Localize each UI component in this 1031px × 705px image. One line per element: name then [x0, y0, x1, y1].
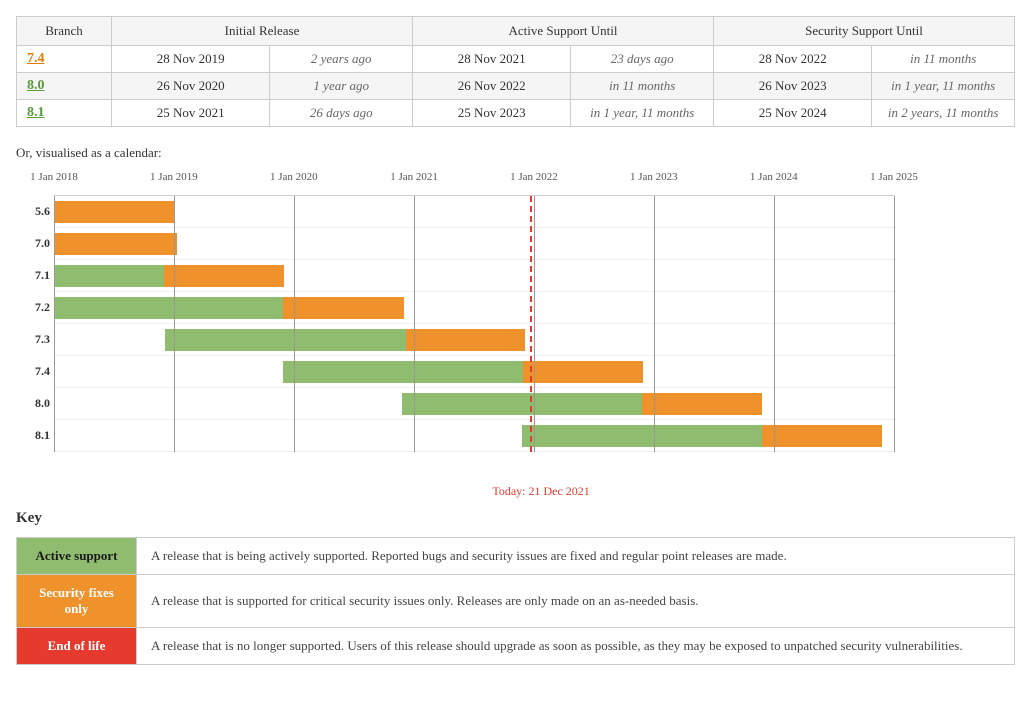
bar-segment-green [165, 329, 405, 351]
bar-segment-green [283, 361, 523, 383]
initial-rel: 26 days ago [270, 100, 413, 127]
key-row: Active support A release that is being a… [17, 538, 1015, 575]
bar-segment-orange [164, 265, 284, 287]
initial-rel: 1 year ago [270, 73, 413, 100]
security-date: 26 Nov 2023 [713, 73, 871, 100]
gridline [174, 196, 175, 452]
row-label: 7.3 [16, 332, 50, 347]
bar-segment-orange [54, 233, 177, 255]
chart-row: 7.3 [54, 324, 894, 356]
security-rel: in 1 year, 11 months [872, 73, 1015, 100]
security-date: 28 Nov 2022 [713, 46, 871, 73]
active-rel: in 1 year, 11 months [571, 100, 714, 127]
chart-row: 8.0 [54, 388, 894, 420]
gridline [654, 196, 655, 452]
initial-date: 26 Nov 2020 [112, 73, 270, 100]
chart-row: 5.6 [54, 196, 894, 228]
key-description: A release that is being actively support… [137, 538, 1015, 575]
key-color-label: Security fixes only [17, 575, 137, 628]
bar-segment-orange [283, 297, 403, 319]
security-rel: in 2 years, 11 months [872, 100, 1015, 127]
key-color-label: Active support [17, 538, 137, 575]
col-header-active: Active Support Until [413, 17, 714, 46]
year-label: 1 Jan 2024 [750, 171, 798, 183]
col-header-branch: Branch [17, 17, 112, 46]
row-label: 7.2 [16, 300, 50, 315]
year-label: 1 Jan 2025 [870, 171, 918, 183]
gridline [294, 196, 295, 452]
chart-row: 7.4 [54, 356, 894, 388]
bar-segment-green [402, 393, 642, 415]
release-table: Branch Initial Release Active Support Un… [16, 16, 1015, 127]
calendar-intro: Or, visualised as a calendar: [16, 145, 1015, 161]
branch-cell[interactable]: 8.1 [17, 100, 112, 127]
bar-segment-orange [54, 201, 174, 223]
bar-segment-orange [523, 361, 643, 383]
active-rel: in 11 months [571, 73, 714, 100]
key-row: End of life A release that is no longer … [17, 628, 1015, 665]
active-date: 26 Nov 2022 [413, 73, 571, 100]
chart-row: 8.1 [54, 420, 894, 452]
row-label: 5.6 [16, 204, 50, 219]
row-label: 8.1 [16, 428, 50, 443]
bar-segment-green [522, 425, 762, 447]
year-label: 1 Jan 2022 [510, 171, 558, 183]
col-header-security: Security Support Until [713, 17, 1014, 46]
year-label: 1 Jan 2019 [150, 171, 198, 183]
active-rel: 23 days ago [571, 46, 714, 73]
key-title: Key [16, 510, 1015, 527]
key-color-label: End of life [17, 628, 137, 665]
bar-segment-orange [406, 329, 526, 351]
gridline [414, 196, 415, 452]
initial-rel: 2 years ago [270, 46, 413, 73]
row-label: 7.0 [16, 236, 50, 251]
bar-segment-orange [762, 425, 882, 447]
year-label: 1 Jan 2018 [30, 171, 78, 183]
chart-wrapper: 1 Jan 2018 1 Jan 2019 1 Jan 2020 1 Jan 2021… [16, 171, 1015, 480]
initial-date: 28 Nov 2019 [112, 46, 270, 73]
row-label: 8.0 [16, 396, 50, 411]
branch-cell[interactable]: 7.4 [17, 46, 112, 73]
chart-row: 7.0 [54, 228, 894, 260]
col-header-initial: Initial Release [112, 17, 413, 46]
active-date: 28 Nov 2021 [413, 46, 571, 73]
branch-cell[interactable]: 8.0 [17, 73, 112, 100]
bar-segment-green [54, 297, 283, 319]
key-section: Key Active support A release that is bei… [16, 510, 1015, 665]
active-date: 25 Nov 2023 [413, 100, 571, 127]
key-row: Security fixes only A release that is su… [17, 575, 1015, 628]
year-label: 1 Jan 2021 [390, 171, 438, 183]
gridline [54, 196, 55, 452]
bar-segment-green [54, 265, 164, 287]
gridline [534, 196, 535, 452]
chart-row: 7.1 [54, 260, 894, 292]
year-label: 1 Jan 2023 [630, 171, 678, 183]
key-table: Active support A release that is being a… [16, 537, 1015, 665]
chart-row: 7.2 [54, 292, 894, 324]
row-label: 7.1 [16, 268, 50, 283]
gridline [894, 196, 895, 452]
year-label: 1 Jan 2020 [270, 171, 318, 183]
bar-segment-orange [642, 393, 762, 415]
security-rel: in 11 months [872, 46, 1015, 73]
calendar-section: Or, visualised as a calendar: 1 Jan 2018… [16, 145, 1015, 480]
today-label: Today: 21 Dec 2021 [492, 484, 589, 499]
key-description: A release that is supported for critical… [137, 575, 1015, 628]
security-date: 25 Nov 2024 [713, 100, 871, 127]
row-label: 7.4 [16, 364, 50, 379]
initial-date: 25 Nov 2021 [112, 100, 270, 127]
key-description: A release that is no longer supported. U… [137, 628, 1015, 665]
gridline [774, 196, 775, 452]
today-line [530, 196, 532, 452]
